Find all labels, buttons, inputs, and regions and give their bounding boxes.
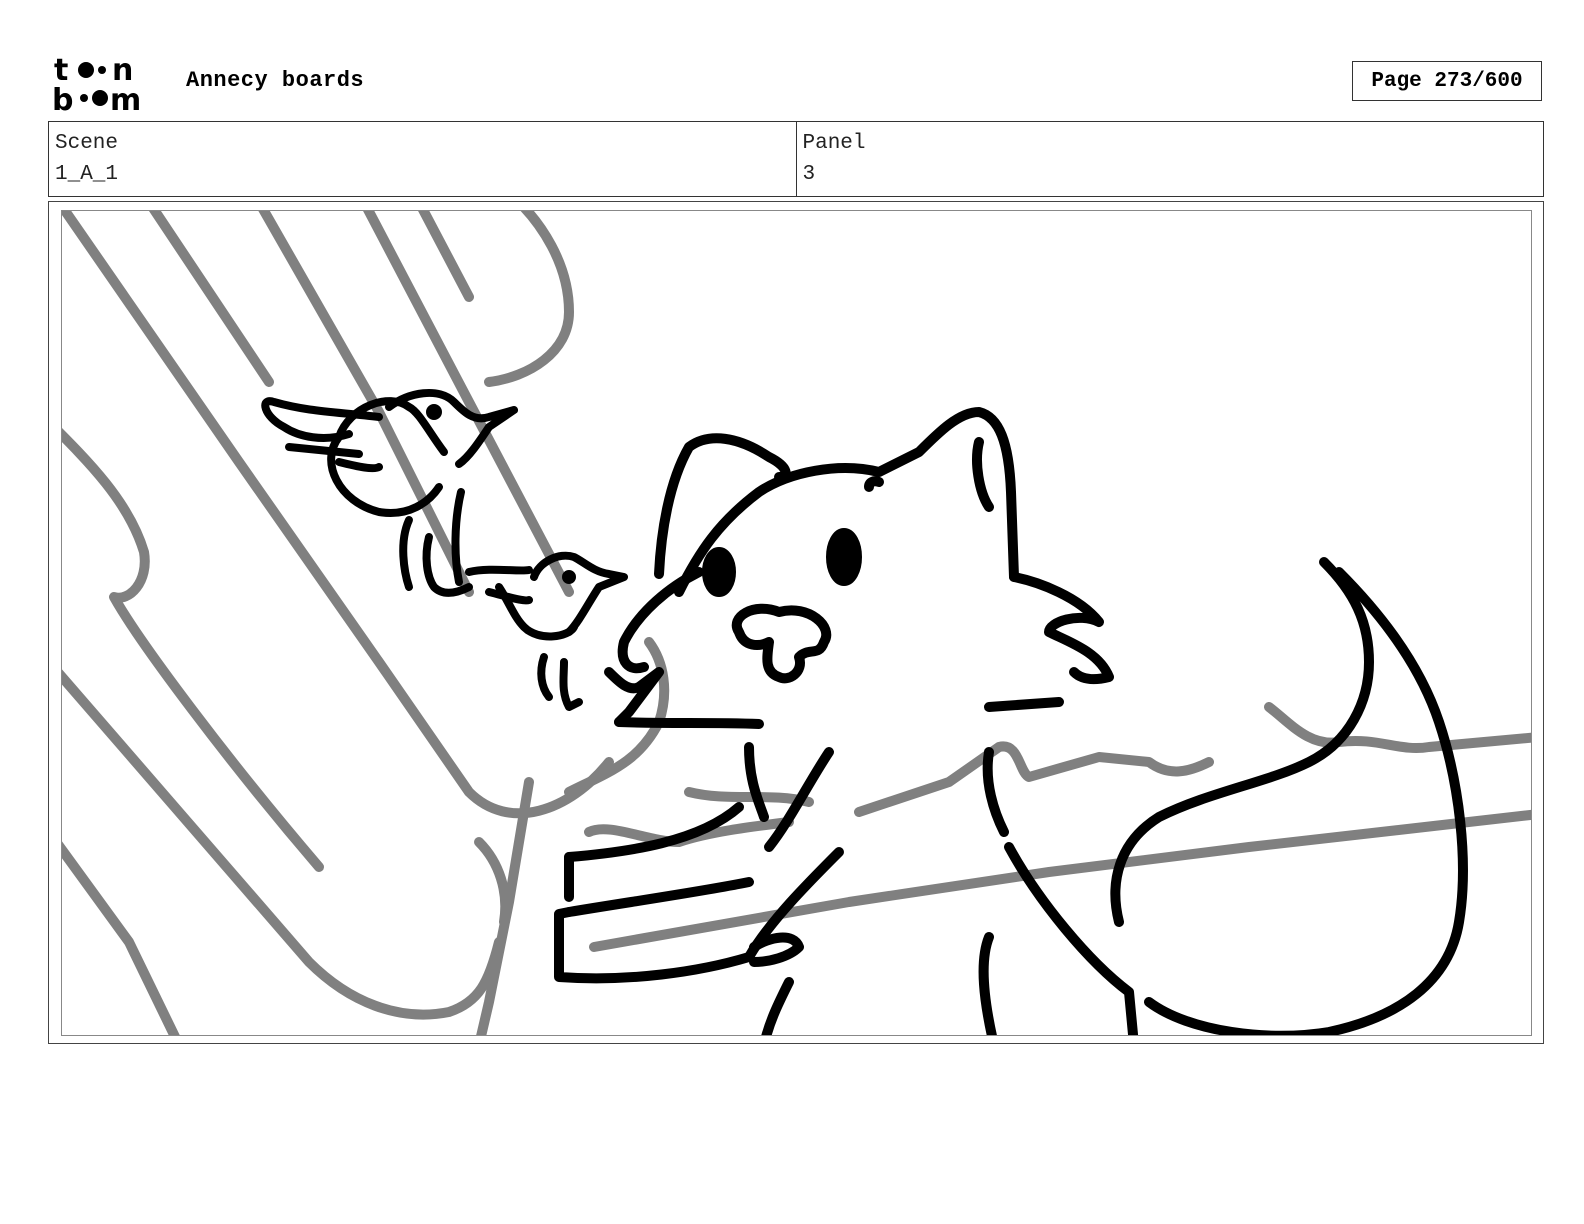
panel-value: 3 xyxy=(802,163,816,186)
project-title: Annecy boards xyxy=(186,68,365,93)
cat-sketch xyxy=(554,407,1468,1036)
panel-sketch xyxy=(61,210,1532,1036)
branch-sketch xyxy=(584,702,1532,952)
storyboard-panel xyxy=(48,201,1544,1044)
panel-cell: Panel 3 xyxy=(795,122,1544,196)
toon-boom-logo: t n b m xyxy=(52,52,164,118)
svg-text:m: m xyxy=(110,83,141,112)
scene-cell: Scene 1_A_1 xyxy=(49,122,796,196)
panel-label: Panel xyxy=(802,132,866,155)
scene-panel-info: Scene 1_A_1 Panel 3 xyxy=(48,121,1544,197)
page-indicator: Page 273/600 xyxy=(1352,61,1542,101)
svg-text:b: b xyxy=(52,83,73,112)
scene-value: 1_A_1 xyxy=(55,163,119,186)
scene-label: Scene xyxy=(55,132,119,155)
